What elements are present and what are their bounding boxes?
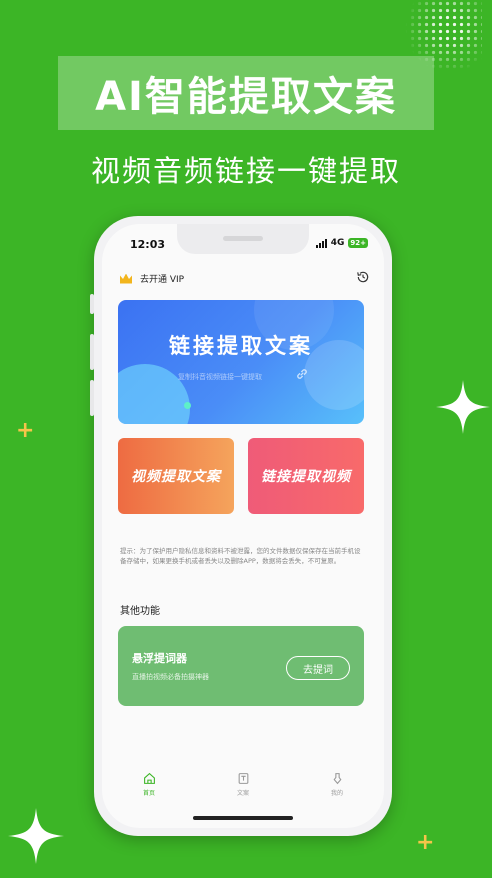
plus-decoration-icon: + [416, 830, 435, 855]
link-icon [297, 369, 307, 379]
teleprompter-description: 直播拍视频必备拍摄神器 [132, 673, 209, 681]
notch [177, 224, 309, 254]
vip-entry[interactable]: 去开通 VIP [120, 272, 184, 285]
tab-documents[interactable]: 文案 [213, 772, 273, 797]
phone-frame: 12:03 4G 92+ 去开通 VIP 链接提取文案 复制抖音视频链接一键提取 [90, 216, 392, 836]
promo-subtitle: 视频音频链接一键提取 [90, 154, 401, 188]
status-indicators: 4G 92+ [315, 238, 368, 248]
tab-label: 我的 [330, 790, 343, 797]
tab-profile[interactable]: 我的 [307, 772, 367, 797]
app-screen: 12:03 4G 92+ 去开通 VIP 链接提取文案 复制抖音视频链接一键提取 [102, 224, 384, 828]
status-time: 12:03 [130, 238, 166, 251]
promo-headline: AI智能提取文案 [95, 74, 397, 120]
tab-bar: 首页 文案 我的 [102, 772, 384, 797]
teleprompter-button[interactable]: 去提词 [286, 656, 350, 680]
tab-label: 首页 [142, 790, 155, 797]
banner-title: 链接提取文案 [169, 334, 313, 358]
sparkle-icon [8, 808, 64, 864]
crown-icon [120, 273, 132, 284]
phone-side-button [90, 334, 94, 370]
network-label: 4G [330, 238, 345, 248]
promo-headline-box: AI智能提取文案 [58, 56, 434, 130]
battery-icon: 92+ [348, 238, 368, 248]
banner-subtitle: 复制抖音视频链接一键提取 [178, 373, 262, 381]
phone-side-button [90, 380, 94, 416]
teleprompter-title: 悬浮提词器 [132, 652, 187, 665]
vip-label: 去开通 VIP [140, 275, 185, 285]
phone-side-button [90, 294, 94, 314]
profile-icon [333, 773, 341, 785]
home-icon [143, 772, 155, 784]
tab-label: 文案 [236, 790, 249, 797]
video-extract-text-button[interactable]: 视频提取文案 [118, 438, 234, 514]
privacy-notice: 提示：为了保护用户隐私信息和资料不被泄露，您的文件数据仅保保存在当前手机设备存储… [120, 547, 361, 565]
history-icon[interactable] [356, 270, 370, 284]
link-extract-banner[interactable]: 链接提取文案 复制抖音视频链接一键提取 [118, 300, 364, 424]
tab-home[interactable]: 首页 [119, 772, 179, 797]
other-functions-title: 其他功能 [120, 606, 160, 617]
sparkle-icon [436, 380, 490, 434]
plus-decoration-icon: + [16, 418, 35, 443]
link-extract-video-button[interactable]: 链接提取视频 [248, 438, 364, 514]
home-indicator [193, 816, 293, 820]
signal-icon [315, 238, 327, 248]
banner-decor-dot [184, 402, 191, 409]
teleprompter-card[interactable]: 悬浮提词器 直播拍视频必备拍摄神器 去提词 [118, 626, 364, 706]
document-icon [238, 773, 248, 784]
